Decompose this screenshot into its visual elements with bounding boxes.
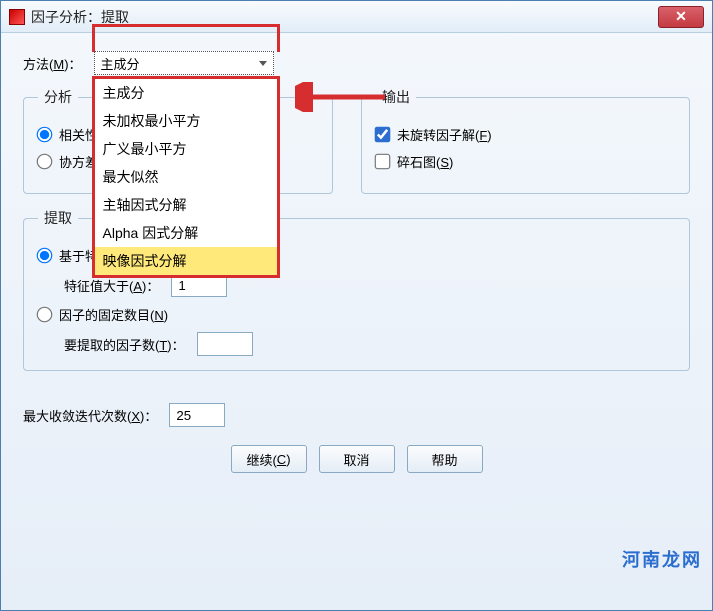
method-selected: 主成分 (101, 54, 140, 73)
dialog-content: 方法(M)： 主成分 主成分未加权最小平方广义最小平方最大似然主轴因式分解Alp… (1, 33, 712, 610)
analyze-covariance-radio[interactable] (37, 154, 53, 170)
method-option[interactable]: 主成分 (95, 79, 277, 107)
method-combobox[interactable]: 主成分 主成分未加权最小平方广义最小平方最大似然主轴因式分解Alpha 因式分解… (94, 51, 274, 75)
continue-button[interactable]: 继续(C) (231, 445, 307, 473)
watermark-text: 河南龙网 (622, 546, 702, 572)
method-option[interactable]: 主轴因式分解 (95, 191, 277, 219)
extract-fixed-radio[interactable] (37, 307, 53, 323)
button-row: 继续(C) 取消 帮助 (23, 445, 690, 473)
dialog-window: 因子分析：提取 ✕ 方法(M)： 主成分 主成分未加权最小平方广义最小平方最大似… (0, 0, 713, 611)
analyze-legend: 分析 (38, 87, 78, 107)
dialog-title: 因子分析：提取 (31, 7, 658, 27)
factors-count-input[interactable] (197, 332, 253, 356)
method-dropdown: 主成分未加权最小平方广义最小平方最大似然主轴因式分解Alpha 因式分解映像因式… (92, 76, 280, 278)
titlebar: 因子分析：提取 ✕ (1, 1, 712, 33)
output-unrotated-checkbox[interactable] (375, 127, 391, 143)
output-unrotated[interactable]: 未旋转因子解(F) (376, 125, 675, 144)
method-option[interactable]: 广义最小平方 (95, 135, 277, 163)
chevron-down-icon (259, 61, 267, 66)
factors-count-row: 要提取的因子数(T)： (64, 332, 675, 356)
close-button[interactable]: ✕ (658, 6, 704, 28)
extract-legend: 提取 (38, 208, 78, 228)
analyze-correlation-radio[interactable] (37, 127, 53, 143)
maxiter-input[interactable] (169, 403, 225, 427)
output-scree[interactable]: 碎石图(S) (376, 152, 675, 171)
cancel-button[interactable]: 取消 (319, 445, 395, 473)
output-group: 输出 未旋转因子解(F) 碎石图(S) (361, 87, 690, 194)
method-option[interactable]: 映像因式分解 (95, 247, 277, 275)
method-option[interactable]: 未加权最小平方 (95, 107, 277, 135)
method-option[interactable]: Alpha 因式分解 (95, 219, 277, 247)
output-scree-checkbox[interactable] (375, 154, 391, 170)
output-legend: 输出 (376, 87, 416, 107)
method-label: 方法(M)： (23, 54, 82, 73)
method-option[interactable]: 最大似然 (95, 163, 277, 191)
maxiter-row: 最大收敛迭代次数(X)： (23, 403, 690, 427)
extract-eigen-radio[interactable] (37, 248, 53, 264)
app-icon (9, 9, 25, 25)
help-button[interactable]: 帮助 (407, 445, 483, 473)
close-icon: ✕ (675, 8, 687, 25)
method-row: 方法(M)： 主成分 主成分未加权最小平方广义最小平方最大似然主轴因式分解Alp… (23, 51, 690, 75)
extract-fixed[interactable]: 因子的固定数目(N) (38, 305, 675, 324)
